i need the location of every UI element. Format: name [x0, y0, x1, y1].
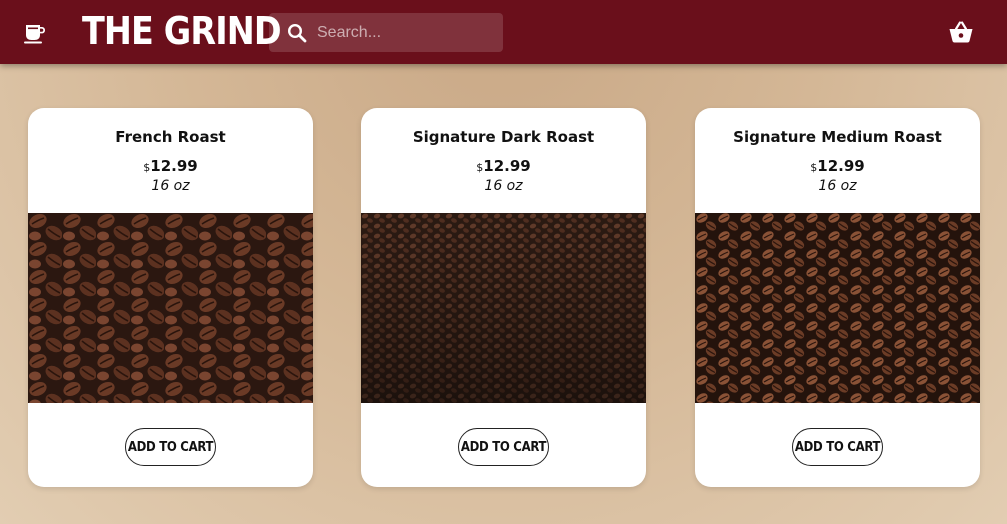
product-card: French Roast $12.99 16 oz ADD TO CART	[28, 108, 313, 487]
product-price: $12.99	[361, 156, 646, 175]
shopping-basket-icon[interactable]	[948, 20, 974, 44]
brand-logo[interactable]: THE GRIND	[82, 6, 282, 56]
navbar: THE GRIND	[0, 0, 1007, 64]
price-amount: 12.99	[817, 157, 865, 175]
price-amount: 12.99	[483, 157, 531, 175]
add-to-cart-button[interactable]: ADD TO CART	[458, 428, 549, 466]
product-price: $12.99	[695, 156, 980, 175]
add-to-cart-button[interactable]: ADD TO CART	[792, 428, 883, 466]
product-name: French Roast	[115, 128, 226, 146]
coffee-cup-icon[interactable]	[24, 20, 46, 44]
search-bar[interactable]	[269, 13, 503, 52]
product-size: 16 oz	[484, 178, 523, 194]
product-price: $12.99	[28, 156, 313, 175]
product-size: 16 oz	[151, 178, 190, 194]
add-to-cart-button[interactable]: ADD TO CART	[125, 428, 216, 466]
product-image	[28, 213, 313, 403]
search-icon	[287, 23, 307, 43]
product-card: Signature Dark Roast $12.99 16 oz ADD TO…	[361, 108, 646, 487]
price-amount: 12.99	[150, 157, 198, 175]
product-size: 16 oz	[818, 178, 857, 194]
product-name: Signature Dark Roast	[412, 128, 595, 146]
product-image	[695, 213, 980, 403]
product-image	[361, 213, 646, 403]
search-input[interactable]	[317, 13, 497, 52]
product-card: Signature Medium Roast $12.99 16 oz ADD …	[695, 108, 980, 487]
product-name: Signature Medium Roast	[733, 128, 942, 146]
